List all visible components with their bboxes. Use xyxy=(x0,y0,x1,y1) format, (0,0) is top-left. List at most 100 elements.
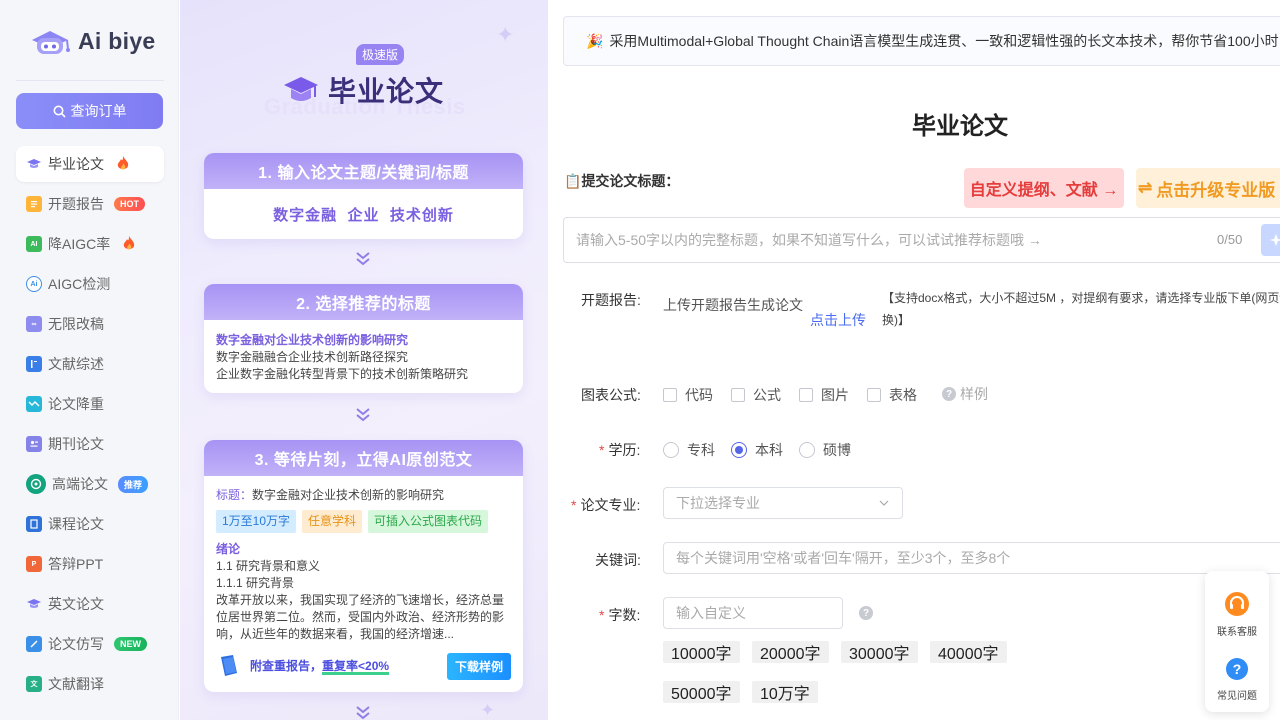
sparkle-icon: ✦ xyxy=(480,700,496,720)
opening-report-desc: 上传开题报告生成论文 xyxy=(663,297,803,313)
express-version-badge: 极速版 xyxy=(356,44,405,65)
sidebar-item-graduation-thesis[interactable]: 毕业论文 xyxy=(16,146,164,182)
code-checkbox[interactable]: 代码 xyxy=(663,385,713,405)
notebook-icon xyxy=(26,516,42,532)
sidebar-item-imitation-writing[interactable]: 论文仿写 NEW xyxy=(16,626,164,662)
recommend-title-button[interactable] xyxy=(1261,224,1280,256)
sidebar-item-label: AIGC检测 xyxy=(48,276,111,292)
page-title: 毕业论文 xyxy=(912,113,1008,140)
help-icon: ? xyxy=(942,387,956,401)
sidebar-item-label: 英文论文 xyxy=(48,596,104,612)
recommend-badge: 推荐 xyxy=(118,475,149,493)
degree-option-bachelor[interactable]: 本科 xyxy=(731,440,783,460)
submit-title-label: 📋提交论文标题： xyxy=(564,173,680,189)
openai-icon xyxy=(26,474,46,494)
custom-outline-button[interactable]: 自定义提纲、文献 → xyxy=(964,168,1124,208)
upgrade-pro-button[interactable]: ⇌ 点击升级专业版 xyxy=(1136,168,1280,208)
magic-sparkle-icon xyxy=(1269,234,1280,246)
wordcount-chip[interactable]: 10000字 xyxy=(663,641,740,663)
sample-title-value: 数字金融对企业技术创新的影响研究 xyxy=(252,488,445,502)
sidebar-item-opening-report[interactable]: 开题报告 HOT xyxy=(16,186,164,222)
sidebar-item-label: 论文降重 xyxy=(48,396,104,412)
upload-link[interactable]: 点击上传 xyxy=(810,310,866,330)
sidebar-item-plagiarism-reduce[interactable]: 论文降重 xyxy=(16,386,164,422)
step1-header: 1. 输入论文主题/关键词/标题 xyxy=(204,153,523,189)
sidebar-item-defense-ppt[interactable]: P 答辩PPT xyxy=(16,546,164,582)
formula-checkbox[interactable]: 公式 xyxy=(731,385,781,405)
degree-option-junior[interactable]: 专科 xyxy=(663,440,715,460)
help-icon[interactable]: ? xyxy=(859,606,873,620)
sidebar-item-label: 文献综述 xyxy=(48,356,104,372)
report-note: 附查重报告， xyxy=(250,658,323,673)
sidebar: Ai biye 查询订单 毕业论文 开题报告 HOT AI 降AIGC率 Ai … xyxy=(0,0,179,720)
sidebar-item-label: 期刊论文 xyxy=(48,436,104,452)
recommended-title: 企业数字金融化转型背景下的技术创新策略研究 xyxy=(216,367,469,381)
major-placeholder: 下拉选择专业 xyxy=(676,495,760,511)
contact-service-label: 联系客服 xyxy=(1217,627,1257,638)
floating-help-panel: 联系客服 ? 常见问题 xyxy=(1205,571,1269,712)
sidebar-item-label: 无限改稿 xyxy=(48,316,104,332)
query-order-button[interactable]: 查询订单 xyxy=(16,93,163,129)
recommended-title: 数字金融对企业技术创新的影响研究 xyxy=(216,333,409,347)
translate-icon: 文 xyxy=(26,676,42,692)
sidebar-item-label: 文献翻译 xyxy=(48,676,104,692)
table-checkbox[interactable]: 表格 xyxy=(867,385,917,405)
step2-header: 2. 选择推荐的标题 xyxy=(204,284,523,320)
wordcount-chip[interactable]: 50000字 xyxy=(663,681,740,703)
feature-tag: 可插入公式图表代码 xyxy=(368,510,489,533)
wordcount-input[interactable] xyxy=(663,597,843,629)
fire-icon xyxy=(116,155,130,174)
headset-icon xyxy=(1225,592,1249,616)
keywords-input[interactable] xyxy=(663,542,1280,574)
opening-report-label: 开题报告: xyxy=(581,292,641,308)
pen-paper-icon xyxy=(26,636,42,652)
faq-button[interactable]: ? 常见问题 xyxy=(1205,657,1269,702)
sidebar-item-label: 论文仿写 xyxy=(48,636,104,652)
chevron-down-icon xyxy=(356,706,370,720)
sidebar-item-reduce-aigc[interactable]: AI 降AIGC率 xyxy=(16,226,164,262)
image-checkbox[interactable]: 图片 xyxy=(799,385,849,405)
step3-card: 3. 等待片刻，立得AI原创范文 标题：数字金融对企业技术创新的影响研究 1万至… xyxy=(204,440,523,692)
step1-keywords: 数字金融 企业 技术创新 xyxy=(273,206,454,224)
wordcount-chip[interactable]: 10万字 xyxy=(752,681,818,703)
party-popper-icon: 🎉 xyxy=(586,32,604,49)
sidebar-item-journal-paper[interactable]: 期刊论文 xyxy=(16,426,164,462)
major-label: * 论文专业: xyxy=(571,497,641,513)
download-sample-button[interactable]: 下载样例 xyxy=(446,652,511,680)
sample-line: 1.1.1 研究背景 xyxy=(216,576,295,590)
thesis-title-input[interactable] xyxy=(563,217,1280,263)
sidebar-item-unlimited-revision[interactable]: ∞ 无限改稿 xyxy=(16,306,164,342)
sidebar-item-english-paper[interactable]: 英文论文 xyxy=(16,586,164,622)
svg-text:?: ? xyxy=(1233,661,1242,677)
wordcount-chip[interactable]: 40000字 xyxy=(930,641,1007,663)
ai-detect-icon: Ai xyxy=(26,276,42,292)
showcase-panel: ✦ ✦ Graduation Thesis 极速版 毕业论文 1. 输入论文主题… xyxy=(180,0,548,720)
major-select[interactable]: 下拉选择专业 xyxy=(663,487,903,519)
sidebar-item-course-paper[interactable]: 课程论文 xyxy=(16,506,164,542)
sample-section-heading: 绪论 xyxy=(216,542,241,556)
hot-badge: HOT xyxy=(114,197,145,211)
book-icon xyxy=(26,356,42,372)
step2-card: 2. 选择推荐的标题 数字金融对企业技术创新的影响研究 数字金融融合企业技术创新… xyxy=(204,284,523,393)
brand-name: Ai biye xyxy=(78,27,156,54)
contact-service-button[interactable]: 联系客服 xyxy=(1205,591,1269,638)
clipboard-icon: 📋 xyxy=(564,173,582,189)
sidebar-item-aigc-detect[interactable]: Ai AIGC检测 xyxy=(16,266,164,302)
sample-paragraph: 改革开放以来，我国实现了经济的飞速增长，经济总量位居世界第二位。然而，受国内外政… xyxy=(216,593,505,641)
mortarboard-icon xyxy=(26,156,42,172)
degree-option-master[interactable]: 硕博 xyxy=(799,440,851,460)
sidebar-item-label: 高端论文 xyxy=(52,476,108,492)
recommended-title: 数字金融融合企业技术创新路径探究 xyxy=(216,350,409,364)
trend-down-icon xyxy=(26,396,42,412)
sidebar-item-literature-review[interactable]: 文献综述 xyxy=(16,346,164,382)
brand-logo[interactable]: Ai biye xyxy=(28,24,156,58)
ai-shield-icon: AI xyxy=(26,236,42,252)
wordcount-label: * 字数: xyxy=(599,607,641,623)
example-link[interactable]: ? 样例 xyxy=(942,384,988,404)
charts-formula-label: 图表公式: xyxy=(581,387,641,403)
sidebar-item-literature-translation[interactable]: 文 文献翻译 xyxy=(16,666,164,702)
wordcount-chip[interactable]: 20000字 xyxy=(752,641,829,663)
wordcount-chip[interactable]: 30000字 xyxy=(841,641,918,663)
sidebar-item-premium-paper[interactable]: 高端论文 推荐 xyxy=(16,466,164,502)
report-book-icon xyxy=(221,655,237,676)
